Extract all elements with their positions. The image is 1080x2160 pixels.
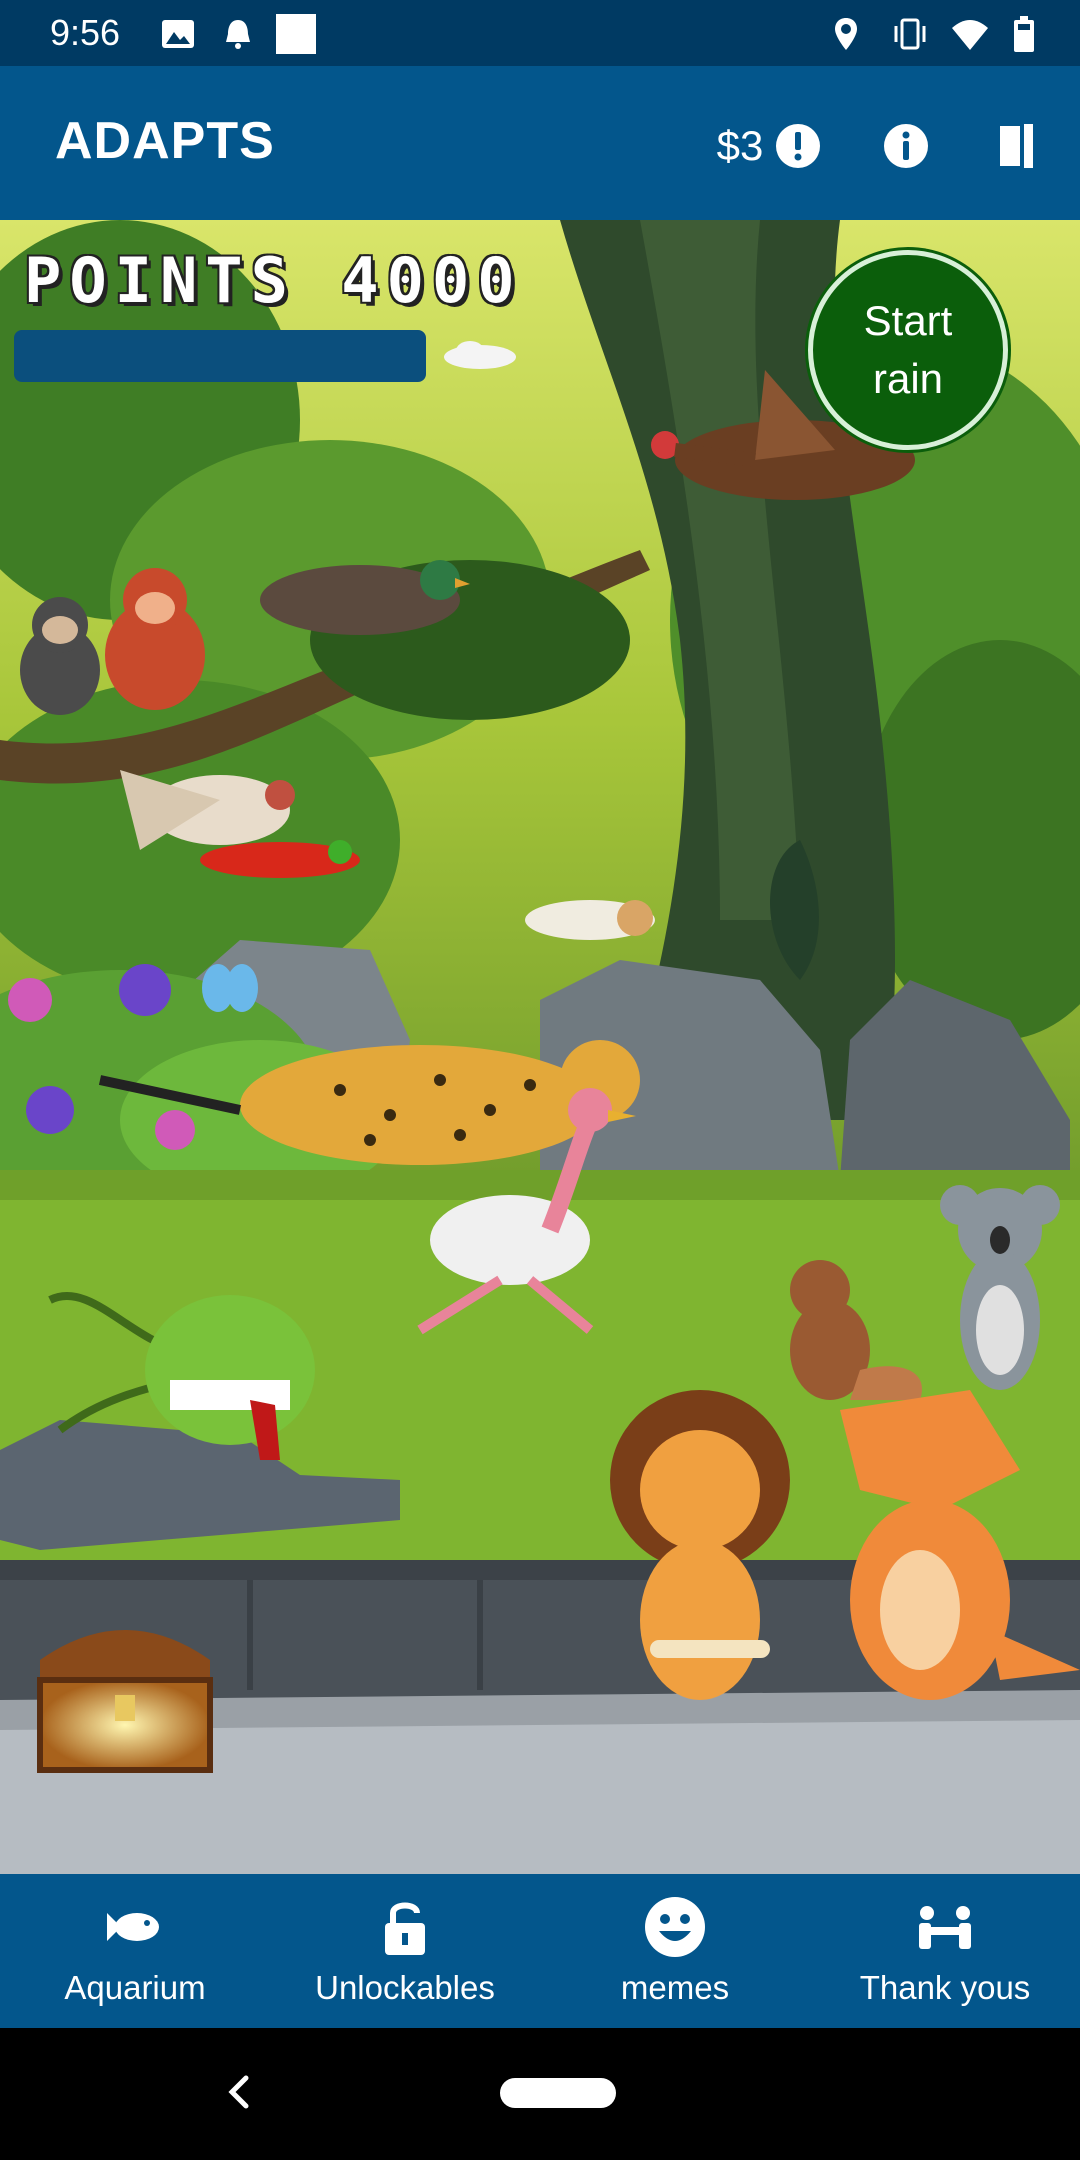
rain-progress-bar [14,330,426,382]
vibrate-icon [894,18,926,50]
nav-item-thank-yous[interactable]: Thank yous [810,1874,1080,2028]
ostrich-sprite [417,1088,636,1335]
bottom-navigation: Aquarium Unlockables memes Thank yous [0,1874,1080,2028]
cloud-icon [444,341,516,369]
status-time: 9:56 [50,12,121,53]
nav-label-unlockables: Unlockables [315,1969,495,2006]
app-bar: ADAPTS $3 [0,66,1080,220]
unlock-icon [385,1902,425,1955]
image-icon [162,20,194,48]
fish-icon [107,1913,159,1941]
home-pill[interactable] [500,2078,616,2108]
square-icon [276,14,316,54]
triceratops-sprite [840,1390,1080,1700]
alert-button[interactable] [770,118,826,174]
nav-label-memes: memes [620,1969,730,2006]
points-value: 4000 [341,244,523,317]
koala-sprite [940,1185,1060,1390]
butterfly-sprite [202,964,258,1012]
parrot-sprite [200,840,360,878]
nav-item-unlockables[interactable]: Unlockables [270,1874,540,2028]
lion-sprite [610,1390,790,1700]
back-icon[interactable] [222,2072,256,2112]
owl-sprite [525,900,655,940]
location-icon [835,18,857,50]
points-display: POINTS 4000 [24,244,523,317]
game-scene[interactable]: POINTS 4000 Start rain [0,220,1080,1874]
nav-label-aquarium: Aquarium [64,1969,206,2006]
book-icon [1000,124,1033,168]
duck-sprite [260,560,470,635]
start-rain-button[interactable]: Start rain [808,250,1008,450]
system-navigation-bar [0,2028,1080,2160]
info-button[interactable] [878,118,934,174]
nav-item-aquarium[interactable]: Aquarium [0,1874,270,2028]
alert-icon [776,124,820,168]
points-label: POINTS [24,244,296,317]
handshake-icon [919,1906,971,1949]
nav-item-memes[interactable]: memes [540,1874,810,2028]
battery-icon [1014,16,1034,52]
book-button[interactable] [988,118,1044,174]
smiley-icon [645,1897,705,1957]
info-icon [884,124,928,168]
status-bar: 9:56 [0,0,1080,66]
squirrel-sprite [790,1260,922,1400]
venus-flytrap-sprite [48,1291,315,1460]
orangutan-sprite [105,568,205,710]
app-title: ADAPTS [55,112,275,170]
bell-icon [226,20,250,49]
treasure-chest-sprite[interactable] [30,1610,220,1780]
nav-label-thank-yous: Thank yous [859,1969,1031,2006]
wifi-icon [952,20,988,50]
